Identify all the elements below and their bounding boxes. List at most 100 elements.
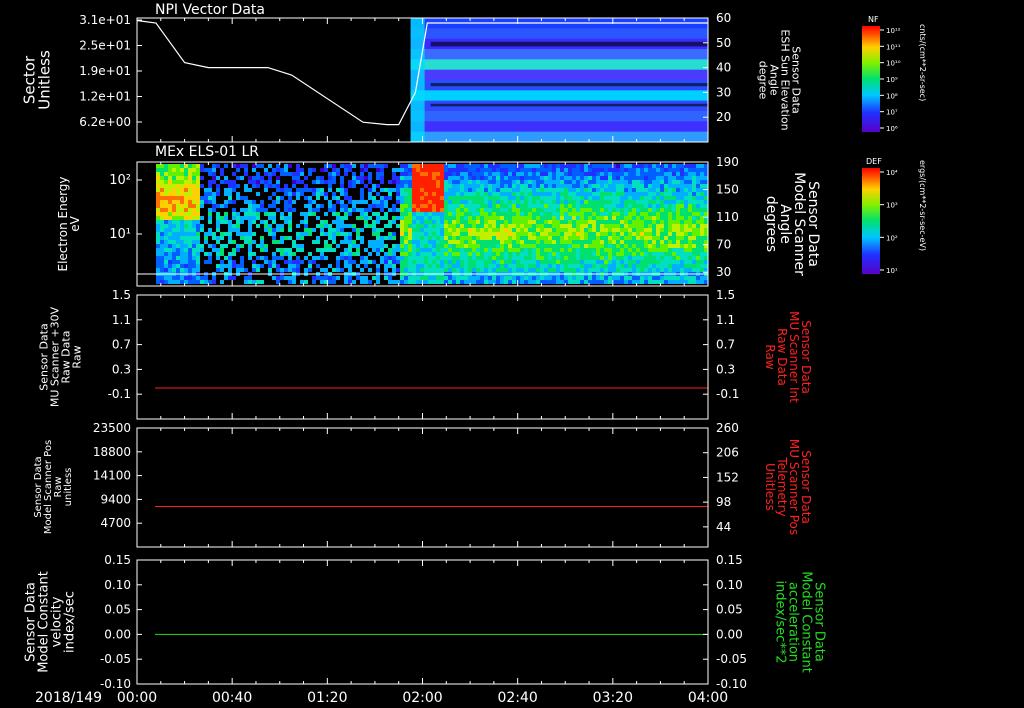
heatmap-cell	[176, 164, 180, 168]
heatmap-cell	[164, 172, 168, 176]
heatmap-cell	[440, 236, 444, 240]
heatmap-cell	[500, 208, 504, 212]
heatmap-cell	[648, 260, 652, 264]
heatmap-cell	[592, 256, 596, 260]
heatmap-cell	[260, 236, 264, 240]
heatmap-cell	[276, 264, 280, 268]
axis-label-line: degree	[757, 61, 770, 100]
heatmap-cell	[236, 220, 240, 224]
heatmap-cell	[160, 212, 164, 216]
heatmap-cell	[428, 204, 432, 208]
heatmap-cell	[592, 180, 596, 184]
heatmap-cell	[696, 256, 700, 260]
y-tick-label: 50	[716, 36, 731, 50]
heatmap-cell	[568, 236, 572, 240]
heatmap-cell	[432, 180, 436, 184]
heatmap-cell	[628, 184, 632, 188]
heatmap-cell	[324, 248, 328, 252]
heatmap-cell	[532, 180, 536, 184]
heatmap-cell	[480, 268, 484, 272]
heatmap-cell	[196, 248, 200, 252]
heatmap-cell	[620, 196, 624, 200]
heatmap-cell	[584, 276, 588, 280]
heatmap-cell	[568, 264, 572, 268]
heatmap-cell	[488, 172, 492, 176]
heatmap-cell	[668, 248, 672, 252]
heatmap-cell	[464, 268, 468, 272]
heatmap-cell	[348, 248, 352, 252]
heatmap-cell	[584, 184, 588, 188]
heatmap-cell	[436, 164, 440, 168]
heatmap-cell	[500, 188, 504, 192]
heatmap-cell	[504, 204, 508, 208]
heatmap-cell	[236, 168, 240, 172]
heatmap-cell	[560, 224, 564, 228]
heatmap-cell	[584, 208, 588, 212]
heatmap-cell	[464, 204, 468, 208]
heatmap-cell	[204, 192, 208, 196]
heatmap-cell	[412, 276, 416, 280]
heatmap-cell	[548, 212, 552, 216]
heatmap-cell	[680, 204, 684, 208]
heatmap-cell	[236, 264, 240, 268]
heatmap-cell	[320, 220, 324, 224]
heatmap-cell	[328, 236, 332, 240]
heatmap-cell	[440, 176, 444, 180]
heatmap-cell	[500, 268, 504, 272]
heatmap-cell	[216, 240, 220, 244]
heatmap-cell	[504, 176, 508, 180]
heatmap-cell	[292, 172, 296, 176]
heatmap-cell	[504, 256, 508, 260]
heatmap-cell	[552, 276, 556, 280]
heatmap-cell	[488, 176, 492, 180]
heatmap-cell	[680, 176, 684, 180]
heatmap-cell	[576, 212, 580, 216]
heatmap-cell	[524, 184, 528, 188]
heatmap-cell	[560, 168, 564, 172]
heatmap-cell	[200, 276, 204, 280]
heatmap-cell	[616, 268, 620, 272]
heatmap-cell	[680, 240, 684, 244]
heatmap-cell	[452, 240, 456, 244]
heatmap-cell	[480, 220, 484, 224]
heatmap-cell	[640, 260, 644, 264]
heatmap-cell	[260, 164, 264, 168]
heatmap-cell	[384, 268, 388, 272]
heatmap-cell	[172, 264, 176, 268]
heatmap-cell	[616, 164, 620, 168]
heatmap-cell	[512, 216, 516, 220]
heatmap-cell	[524, 200, 528, 204]
heatmap-cell	[464, 168, 468, 172]
y-tick-label: 206	[716, 446, 739, 460]
heatmap-cell	[520, 224, 524, 228]
heatmap-cell	[512, 220, 516, 224]
heatmap-cell	[628, 232, 632, 236]
heatmap-cell	[472, 180, 476, 184]
heatmap-cell	[376, 200, 380, 204]
heatmap-cell	[672, 232, 676, 236]
heatmap-cell	[452, 168, 456, 172]
heatmap-cell	[388, 232, 392, 236]
heatmap-cell	[656, 264, 660, 268]
heatmap-cell	[704, 248, 708, 252]
heatmap-cell	[424, 268, 428, 272]
heatmap-cell	[300, 236, 304, 240]
heatmap-cell	[388, 276, 392, 280]
heatmap-cell	[576, 184, 580, 188]
heatmap-cell	[604, 264, 608, 268]
heatmap-cell	[624, 248, 628, 252]
heatmap-cell	[172, 252, 176, 256]
heatmap-cell	[548, 252, 552, 256]
heatmap-cell	[156, 168, 160, 172]
heatmap-cell	[692, 268, 696, 272]
y-tick-label: 98	[716, 495, 731, 509]
heatmap-cell	[636, 192, 640, 196]
heatmap-cell	[620, 256, 624, 260]
heatmap-cell	[668, 216, 672, 220]
heatmap-cell	[204, 252, 208, 256]
heatmap-cell	[652, 228, 656, 232]
heatmap-cell	[700, 268, 704, 272]
heatmap-cell	[368, 192, 372, 196]
heatmap-cell	[420, 176, 424, 180]
heatmap-cell	[688, 264, 692, 268]
